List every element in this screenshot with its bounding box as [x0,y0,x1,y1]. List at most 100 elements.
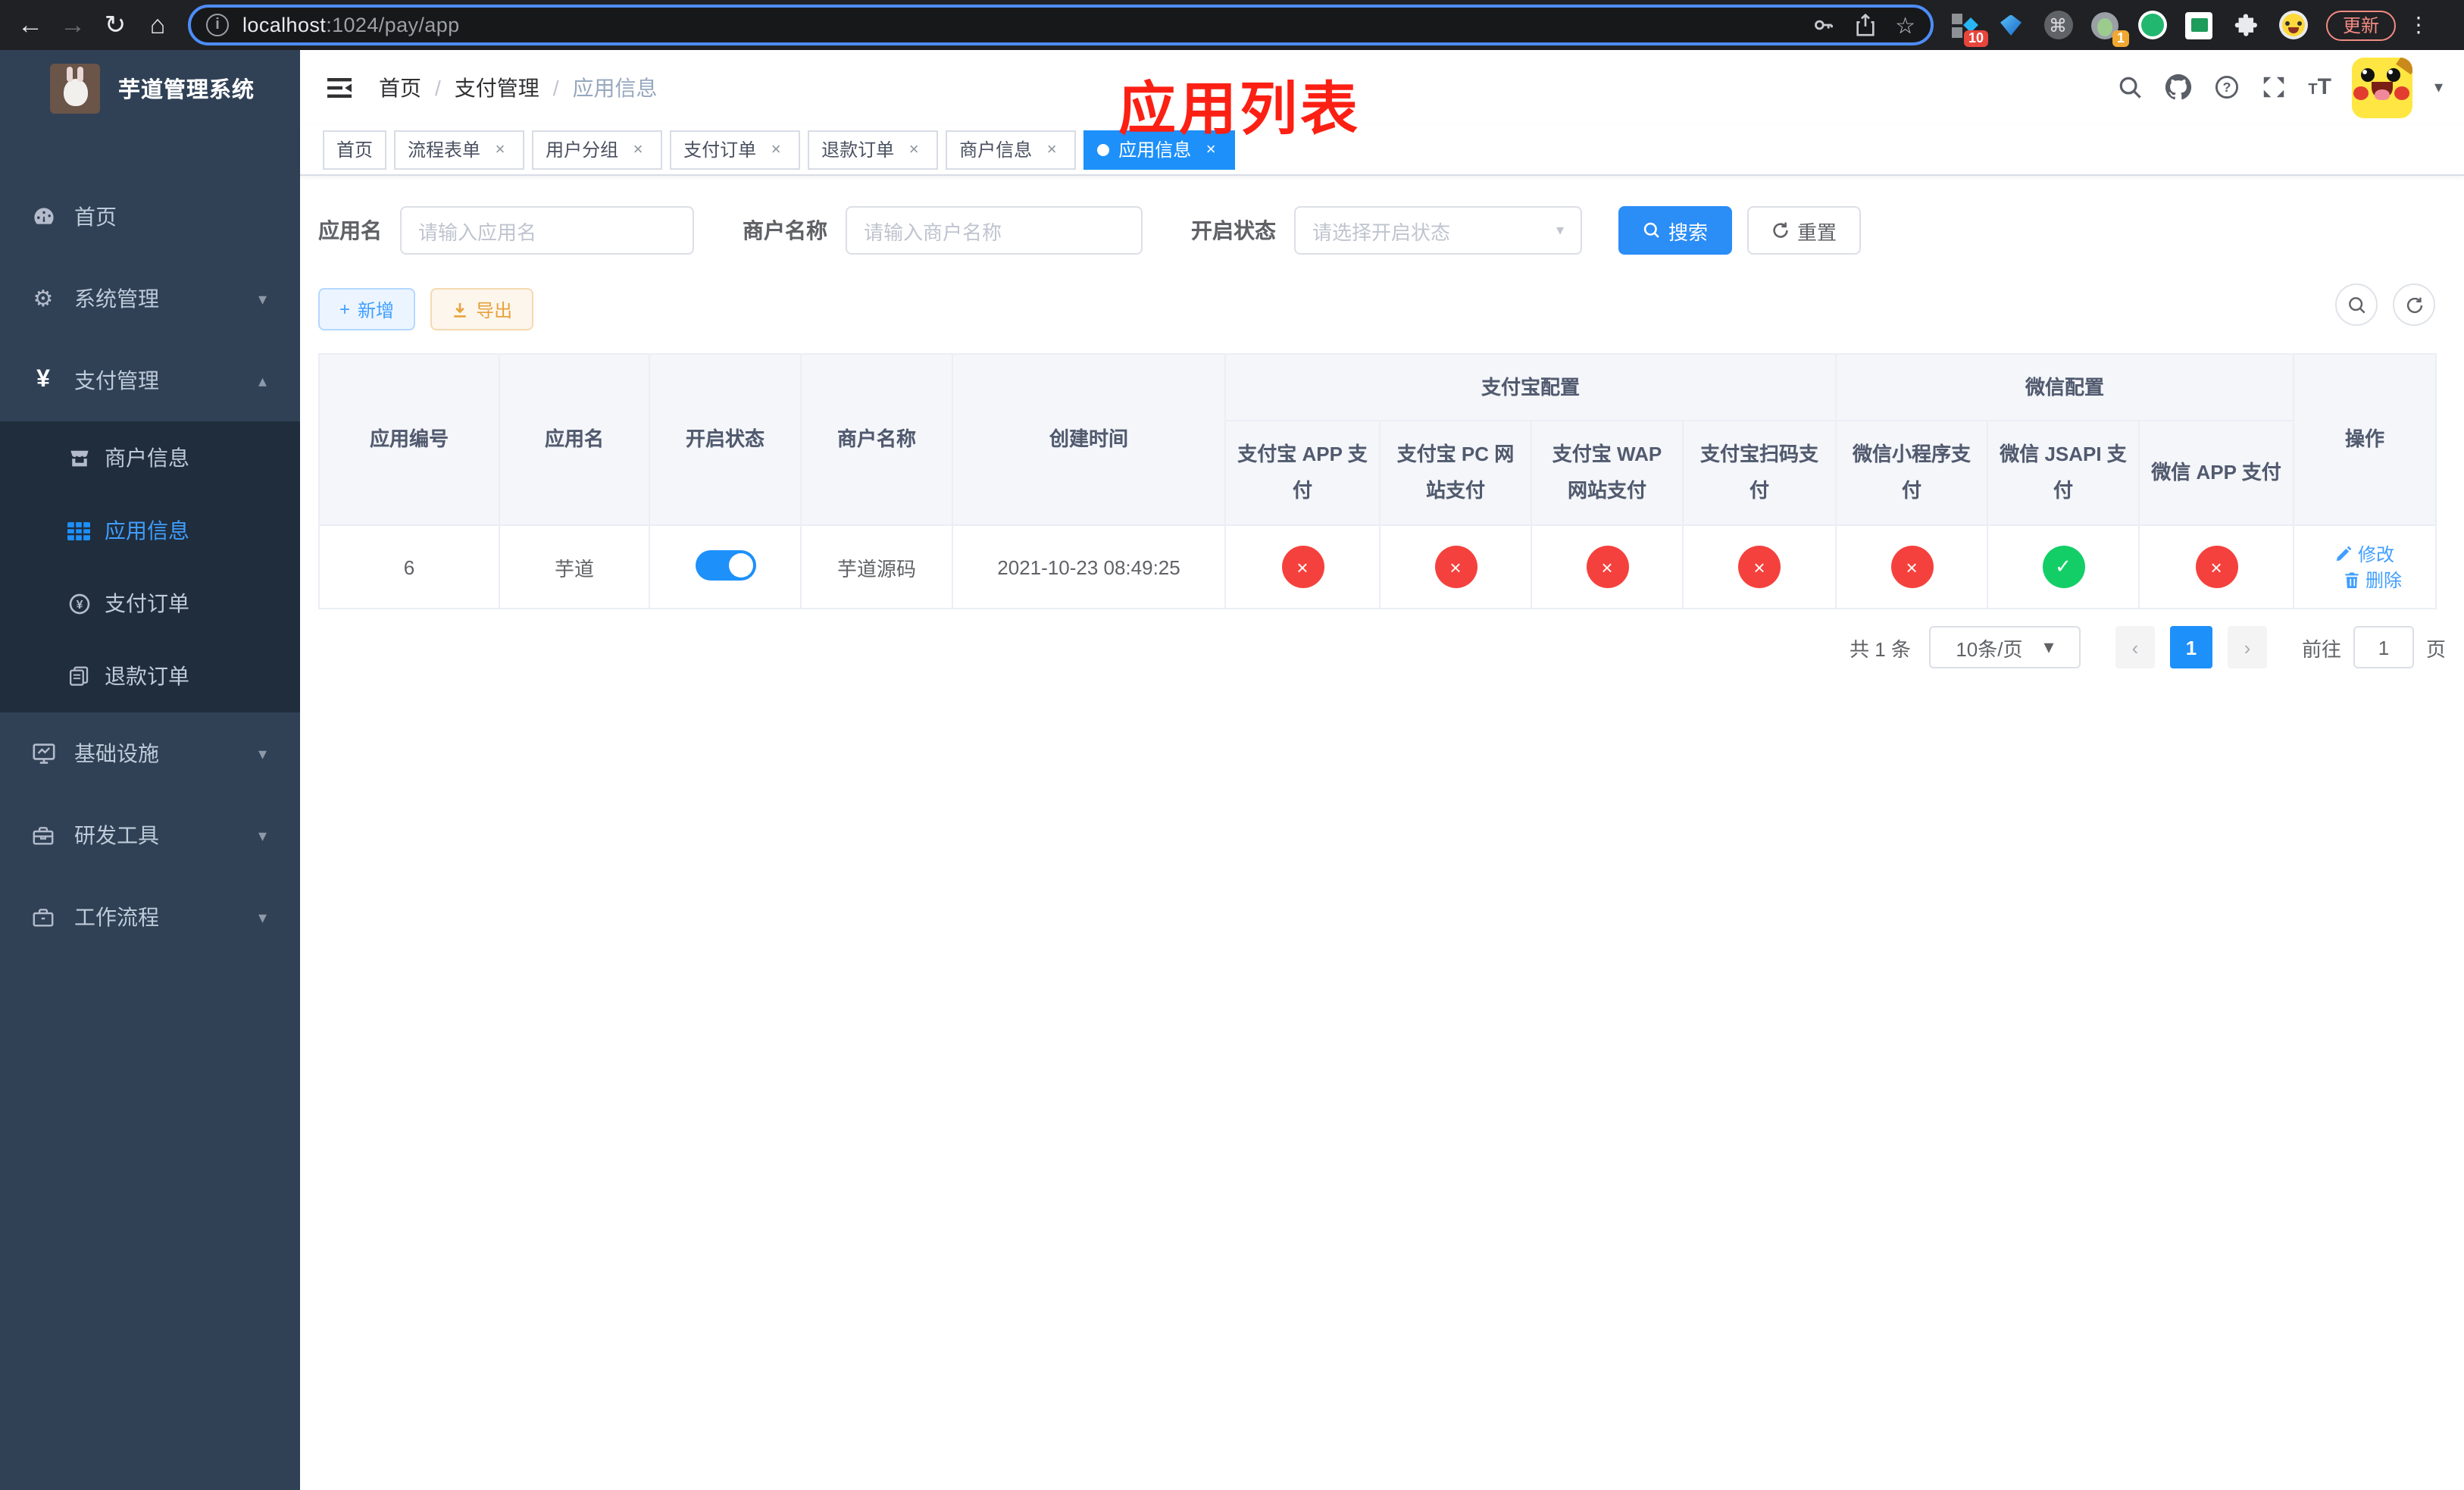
tab-用户分组[interactable]: 用户分组 × [532,130,663,169]
chat-extension-icon[interactable] [2184,10,2214,40]
fail-cross-icon: × [1281,546,1324,588]
column-group-header: 支付宝配置 [1224,353,1837,421]
sidebar-item-系统管理[interactable]: ⚙ 系统管理 ▾ [0,258,300,340]
prev-page-button[interactable]: ‹ [2115,626,2155,668]
close-icon[interactable]: × [1041,139,1062,160]
chevron-up-icon: ▴ [258,372,267,390]
tab-首页[interactable]: 首页 [323,130,387,169]
close-icon[interactable]: × [765,139,786,160]
app-table: 应用编号 应用名 开启状态 商户名称 创建时间 支付宝配置 微信配置 操作 支付宝 APP 支付… [318,353,2437,609]
toggle-search-button[interactable] [2335,283,2378,326]
close-icon[interactable]: × [627,139,649,160]
page-size-select[interactable]: 10条/页 ▾ [1928,626,2081,668]
sidebar-item-基础设施[interactable]: 基础设施 ▾ [0,712,300,794]
refresh-table-button[interactable] [2393,283,2435,326]
tab-商户信息[interactable]: 商户信息 × [946,130,1077,169]
avatar-caret-icon[interactable]: ▾ [2434,77,2443,97]
tab-流程表单[interactable]: 流程表单 × [394,130,525,169]
column-header-ops: 操作 [2293,353,2437,526]
reset-button[interactable]: 重置 [1747,206,1862,255]
sidebar-item-首页[interactable]: 首页 [0,176,300,258]
font-size-icon[interactable]: TT [2308,74,2331,100]
browser-back-icon[interactable]: ← [9,4,52,46]
app-title: 芋道管理系统 [118,78,255,102]
download-icon [454,302,466,317]
app-name-input[interactable]: 请输入应用名 [400,206,694,255]
browser-home-icon[interactable]: ⌂ [136,4,179,46]
browser-forward-icon[interactable]: → [52,4,94,46]
svg-text:¥: ¥ [76,598,83,611]
address-bar[interactable]: i localhost:1024/pay/app ☆ [188,5,1934,45]
merchant-name-input[interactable]: 请输入商户名称 [846,206,1143,255]
breadcrumb-item: 应用信息 [572,75,658,99]
cell-channel-1: × [1379,524,1532,609]
tab-label: 退款订单 [821,139,895,161]
sidebar-item-研发工具[interactable]: 研发工具 ▾ [0,794,300,876]
fail-cross-icon: × [1890,546,1934,588]
y-logo-extension-icon[interactable] [2137,10,2167,40]
submenu-支付管理: 商户信息应用信息 ¥ 支付订单 退款订单 [0,421,300,712]
command-extension-icon[interactable]: ⌘ [2043,10,2073,40]
document-icon [67,665,91,687]
edit-link[interactable]: 修改 [2335,540,2394,566]
breadcrumb-item[interactable]: 首页 [379,72,421,102]
sidebar-subitem-商户信息[interactable]: 商户信息 [0,421,300,494]
sidebar: 芋道管理系统 首页 ⚙ 系统管理 ▾ ¥ 支付管理 ▴ 商户信息 应用信息 ¥ 支付订单 退款订单 基础… [0,50,300,1490]
cell-created-at: 2021-10-23 08:49:25 [952,524,1226,609]
pagination: 共 1 条 10条/页 ▾ ‹ 1 › 前往 1 页 [318,626,2446,668]
edit-icon [2335,544,2353,562]
grid-extension-icon[interactable]: 10 [1949,10,1988,46]
close-icon[interactable]: × [903,139,924,160]
search-icon[interactable] [2117,74,2143,100]
collapse-sidebar-icon[interactable] [324,72,355,102]
fail-cross-icon: × [2195,546,2238,588]
breadcrumb-item[interactable]: 支付管理 [455,72,539,102]
emoji-extension-icon[interactable] [2278,10,2308,40]
goto-page-input[interactable]: 1 [2353,626,2414,668]
status-toggle[interactable] [695,549,755,580]
password-key-icon[interactable] [1812,14,1834,36]
app-logo [50,63,100,113]
browser-reload-icon[interactable]: ↻ [94,4,136,46]
cell-channel-2: × [1531,524,1684,609]
grid-table-icon [67,519,91,542]
search-button[interactable]: 搜索 [1618,206,1733,255]
tab-支付订单[interactable]: 支付订单 × [670,130,801,169]
menu-label: 基础设施 [74,741,159,765]
delete-link[interactable]: 删除 [2343,567,2402,593]
status-label: 开启状态 [1191,218,1276,243]
puzzle-extension-icon[interactable] [2231,10,2261,40]
user-avatar[interactable] [2352,57,2413,117]
sidebar-item-工作流程[interactable]: 工作流程 ▾ [0,876,300,958]
browser-update-button[interactable]: 更新 [2326,10,2397,40]
sidebar-subitem-支付订单[interactable]: ¥ 支付订单 [0,567,300,640]
gem-extension-icon[interactable] [1996,10,2026,40]
export-button[interactable]: 导出 [430,288,534,330]
help-icon[interactable]: ? [2214,74,2240,100]
status-select[interactable]: 请选择开启状态 ▾ [1294,206,1582,255]
bookmark-star-icon[interactable]: ☆ [1895,11,1915,39]
action-label: 删除 [2366,570,2403,591]
add-button[interactable]: + 新增 [318,288,416,330]
delete-icon [2343,571,2361,589]
next-page-button[interactable]: › [2227,626,2267,668]
sub-column-header: 支付宝 APP 支付 [1224,420,1381,526]
tags-view-bar: 首页 流程表单 × 用户分组 × 支付订单 × 退款订单 × 商户信息 × 应用信息 × [300,124,2464,176]
share-icon[interactable] [1854,14,1875,36]
fullscreen-icon[interactable] [2261,74,2287,100]
tab-退款订单[interactable]: 退款订单 × [808,130,939,169]
menu-label: 商户信息 [105,446,189,470]
menu-label: 系统管理 [74,286,159,311]
sidebar-subitem-应用信息[interactable]: 应用信息 [0,494,300,567]
site-info-icon[interactable]: i [206,14,229,36]
profile-extension-icon[interactable]: 1 [2090,10,2129,46]
sidebar-logo-row[interactable]: 芋道管理系统 [0,50,300,126]
github-icon[interactable] [2164,73,2193,102]
current-page[interactable]: 1 [2169,626,2212,668]
sidebar-subitem-退款订单[interactable]: 退款订单 [0,640,300,712]
close-icon[interactable]: × [489,139,511,160]
column-header: 开启状态 [649,353,802,526]
chevron-down-icon: ▾ [258,909,267,927]
browser-menu-icon[interactable]: ⋮ [2408,12,2429,38]
sidebar-item-支付管理[interactable]: ¥ 支付管理 ▴ [0,340,300,421]
